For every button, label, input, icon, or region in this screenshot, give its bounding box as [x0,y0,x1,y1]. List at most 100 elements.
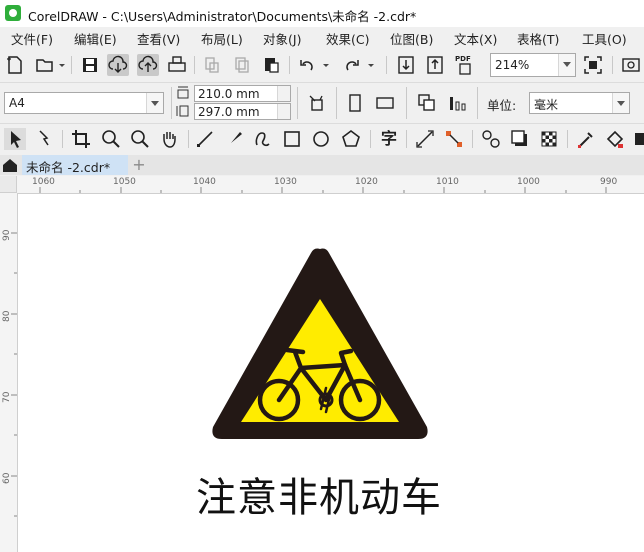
pick-tool-icon[interactable] [4,128,26,150]
vertical-ruler[interactable]: 90 80 70 60 [0,193,18,552]
redo-icon[interactable] [341,54,363,76]
publish-pdf-icon[interactable]: PDF [454,54,476,76]
menu-view[interactable]: 查看(V) [137,29,180,48]
cloud-download-icon[interactable] [107,54,129,76]
connector-tool-icon[interactable] [443,128,465,150]
coreldraw-app-icon [5,5,21,21]
sign-caption[interactable]: 注意非机动车 [196,465,442,523]
chevron-down-icon[interactable] [612,93,629,113]
home-icon[interactable] [1,157,19,173]
save-icon[interactable] [79,54,101,76]
open-dropdown-arrow[interactable] [58,54,66,76]
height-spinner[interactable] [277,104,290,119]
menu-edit[interactable]: 编辑(E) [74,29,117,48]
shape-tool-icon[interactable] [34,128,56,150]
horizontal-ruler[interactable]: 1060 1050 1040 1030 1020 1010 1000 990 [0,176,644,194]
separator [188,130,189,148]
all-pages-icon[interactable] [416,92,438,114]
separator [472,130,473,148]
page-height-input[interactable]: 297.0 mm [194,103,291,120]
page-height-icon [175,103,191,119]
page-orientation-lock-icon[interactable] [306,92,328,114]
units-label: 单位: [487,98,517,113]
zoom-out-icon[interactable] [129,128,151,150]
page-width-input[interactable]: 210.0 mm [194,85,291,102]
cloud-upload-icon[interactable] [137,54,159,76]
page-width-value: 210.0 mm [198,87,260,101]
current-page-icon[interactable] [446,92,468,114]
rectangle-tool-icon[interactable] [281,128,303,150]
text-tool-icon[interactable]: 字 [378,128,400,150]
page-width-icon [175,85,191,101]
standard-toolbar: PDF 214% [0,48,644,83]
separator [62,130,63,148]
menu-file[interactable]: 文件(F) [11,29,53,48]
separator [406,87,407,119]
separator [386,56,387,74]
menu-effects[interactable]: 效果(C) [326,29,369,48]
document-tab-label: 未命名 -2.cdr* [26,160,111,175]
drop-shadow-icon[interactable] [509,128,531,150]
separator [406,130,407,148]
pan-tool-icon[interactable] [158,128,180,150]
warning-sign[interactable] [205,243,435,448]
menu-object[interactable]: 对象(J) [263,29,301,48]
page-size-value: A4 [9,96,25,110]
menu-bitmap[interactable]: 位图(B) [390,29,433,48]
units-select[interactable]: 毫米 [529,92,630,114]
polygon-tool-icon[interactable] [340,128,362,150]
ellipse-tool-icon[interactable] [310,128,332,150]
separator [612,56,613,74]
width-spinner[interactable] [277,86,290,101]
separator [71,56,72,74]
separator [194,56,195,74]
full-screen-preview-icon[interactable] [582,54,604,76]
menu-layout[interactable]: 布局(L) [201,29,243,48]
chevron-down-icon[interactable] [558,54,575,76]
portrait-icon[interactable] [344,92,366,114]
import-icon[interactable] [395,54,417,76]
eyedropper-icon[interactable] [575,128,597,150]
freehand-tool-icon[interactable] [194,128,216,150]
artistic-media-icon[interactable] [223,128,245,150]
separator [336,87,337,119]
separator [289,56,290,74]
undo-dropdown-arrow[interactable] [322,54,330,76]
horizontal-ruler-ticks [39,187,607,193]
options-icon[interactable] [620,54,642,76]
add-tab-icon[interactable]: + [130,157,148,173]
chevron-down-icon[interactable] [146,93,163,113]
open-folder-icon[interactable] [34,54,56,76]
separator [370,130,371,148]
dimension-tool-icon[interactable] [414,128,436,150]
separator [171,87,172,119]
redo-dropdown-arrow[interactable] [367,54,375,76]
blend-tool-icon[interactable] [480,128,502,150]
copy-icon[interactable] [231,54,253,76]
menu-table[interactable]: 表格(T) [517,29,559,48]
page-size-select[interactable]: A4 [4,92,164,114]
transparency-icon[interactable] [538,128,560,150]
export-icon[interactable] [424,54,446,76]
menu-text[interactable]: 文本(X) [454,29,497,48]
print-icon[interactable] [166,54,188,76]
fill-tool-icon[interactable] [604,128,626,150]
landscape-icon[interactable] [374,92,396,114]
zoom-tool-icon[interactable] [100,128,122,150]
window-title: CorelDRAW - C:\Users\Administrator\Docum… [28,9,417,24]
menu-tools[interactable]: 工具(O) [582,29,627,48]
paste-icon[interactable] [260,54,282,76]
contour-tool-icon[interactable] [252,128,274,150]
crop-tool-icon[interactable] [70,128,92,150]
zoom-value: 214% [495,58,530,72]
cut-icon[interactable] [201,54,223,76]
undo-icon[interactable] [296,54,318,76]
property-bar: A4 210.0 mm 297.0 mm 单位: 毫米 [0,83,644,124]
new-document-icon[interactable] [4,54,26,76]
menu-bar: 文件(F) 编辑(E) 查看(V) 布局(L) 对象(J) 效果(C) 位图(B… [0,27,644,48]
zoom-level-select[interactable]: 214% [490,53,576,77]
separator [477,87,478,119]
ruler-origin[interactable] [0,176,17,193]
interactive-fill-icon[interactable] [632,128,644,150]
units-value: 毫米 [534,98,559,112]
